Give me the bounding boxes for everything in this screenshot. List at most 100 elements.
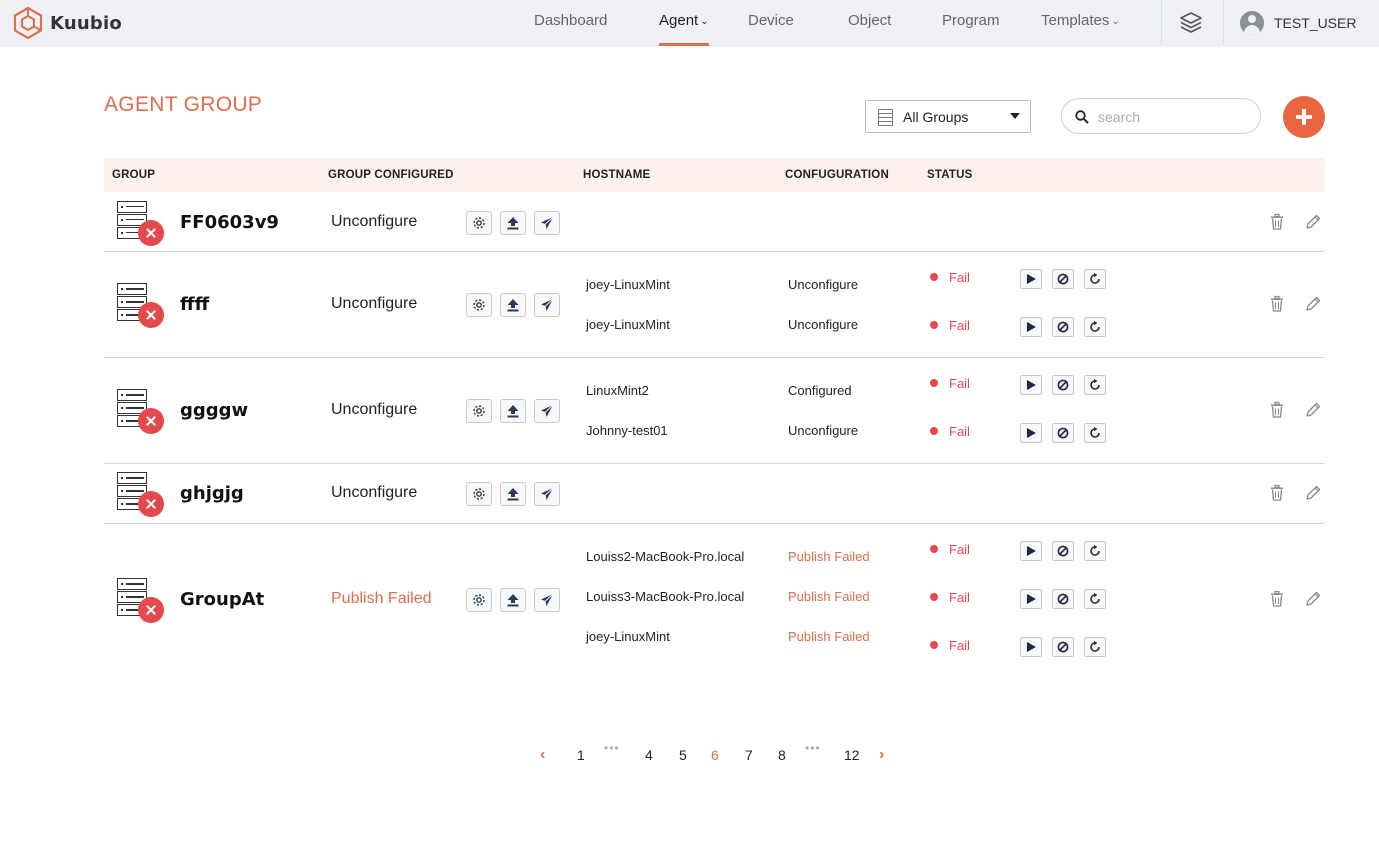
table-row: GroupAt Publish Failed Louiss2-MacBook-Pro…	[104, 524, 1325, 676]
ban-button[interactable]	[1052, 269, 1074, 289]
ban-button[interactable]	[1052, 637, 1074, 657]
pencil-icon[interactable]	[1304, 295, 1322, 313]
next-page-button[interactable]: ›	[879, 746, 884, 764]
error-badge-icon	[138, 219, 164, 246]
upload-button[interactable]	[500, 210, 526, 235]
host-status: Fail	[930, 270, 970, 285]
ban-button[interactable]	[1052, 423, 1074, 443]
ban-button[interactable]	[1052, 375, 1074, 395]
hostname: joey-LinuxMint	[586, 629, 670, 644]
refresh-button[interactable]	[1084, 423, 1106, 443]
ban-button[interactable]	[1052, 541, 1074, 561]
group-configured-status: Unconfigure	[331, 484, 418, 501]
trash-icon[interactable]	[1268, 590, 1286, 608]
pagination: ‹ 1 ••• 4 5 6 7 8 ••• 12 ›	[530, 741, 900, 769]
play-button[interactable]	[1020, 317, 1042, 337]
trash-icon[interactable]	[1268, 213, 1286, 231]
send-button[interactable]	[534, 588, 560, 612]
trash-icon[interactable]	[1268, 401, 1286, 419]
error-badge-icon	[138, 597, 164, 623]
refresh-button[interactable]	[1084, 375, 1106, 395]
pencil-icon[interactable]	[1304, 484, 1322, 502]
host-status: Fail	[930, 318, 970, 333]
play-button[interactable]	[1020, 541, 1042, 561]
hostname: LinuxMint2	[586, 383, 649, 398]
ban-button[interactable]	[1052, 317, 1074, 337]
gear-button[interactable]	[466, 210, 492, 235]
host-configuration: Configured	[788, 383, 852, 398]
gear-button[interactable]	[466, 482, 492, 506]
host-configuration: Unconfigure	[788, 423, 859, 438]
nav-templates[interactable]: Templates ⌄	[1041, 0, 1120, 46]
layers-icon[interactable]	[1177, 9, 1205, 37]
send-button[interactable]	[534, 399, 560, 423]
refresh-button[interactable]	[1084, 589, 1106, 609]
header-group: GROUP	[112, 169, 156, 181]
add-group-button[interactable]	[1283, 96, 1325, 138]
host-status: Fail	[930, 590, 970, 605]
trash-icon[interactable]	[1268, 484, 1286, 502]
group-filter-select[interactable]: All Groups	[865, 100, 1031, 133]
nav-divider	[1223, 0, 1224, 46]
page-link[interactable]: 1	[577, 747, 585, 763]
gear-button[interactable]	[466, 588, 492, 612]
hostname: joey-LinuxMint	[586, 317, 670, 332]
user-menu[interactable]: TEST_USER	[1240, 8, 1356, 38]
search-box[interactable]	[1061, 98, 1261, 134]
page-link[interactable]: 4	[645, 747, 653, 763]
nav-program[interactable]: Program	[942, 0, 1000, 46]
upload-button[interactable]	[500, 588, 526, 612]
nav-object[interactable]: Object	[848, 0, 891, 46]
gear-button[interactable]	[466, 293, 492, 317]
trash-icon[interactable]	[1268, 295, 1286, 313]
nav-templates-label: Templates	[1041, 12, 1110, 29]
pagination-ellipsis: •••	[604, 741, 620, 755]
error-badge-icon	[138, 491, 164, 517]
ban-button[interactable]	[1052, 589, 1074, 609]
upload-button[interactable]	[500, 399, 526, 423]
host-configuration: Publish Failed	[788, 629, 870, 644]
group-name: ghjgjg	[180, 483, 244, 504]
refresh-button[interactable]	[1084, 269, 1106, 289]
pencil-icon[interactable]	[1304, 213, 1322, 231]
play-button[interactable]	[1020, 375, 1042, 395]
upload-button[interactable]	[500, 482, 526, 506]
pencil-icon[interactable]	[1304, 401, 1322, 419]
prev-page-button[interactable]: ‹	[540, 746, 545, 764]
refresh-button[interactable]	[1084, 317, 1106, 337]
group-configured-status: Unconfigure	[331, 401, 418, 418]
nav-agent[interactable]: Agent ⌄	[659, 0, 709, 46]
page-link[interactable]: 5	[679, 747, 687, 763]
host-status: Fail	[930, 376, 970, 391]
play-button[interactable]	[1020, 269, 1042, 289]
pencil-icon[interactable]	[1304, 590, 1322, 608]
header-hostname: HOSTNAME	[583, 169, 651, 181]
send-button[interactable]	[534, 482, 560, 506]
upload-button[interactable]	[500, 293, 526, 317]
play-button[interactable]	[1020, 423, 1042, 443]
nav-device[interactable]: Device	[748, 0, 794, 46]
search-input[interactable]	[1098, 107, 1248, 127]
group-name: GroupAt	[180, 589, 265, 610]
page-link[interactable]: 12	[844, 747, 860, 763]
app-logo[interactable]: Kuubio	[12, 6, 122, 40]
page-link[interactable]: 7	[745, 747, 753, 763]
page-title: AGENT GROUP	[104, 93, 263, 116]
page-link[interactable]: 8	[778, 747, 786, 763]
play-button[interactable]	[1020, 637, 1042, 657]
page-link-current[interactable]: 6	[711, 747, 719, 763]
host-status: Fail	[930, 424, 970, 439]
play-button[interactable]	[1020, 589, 1042, 609]
host-status: Fail	[930, 542, 970, 557]
header-configuration: CONFUGURATION	[785, 169, 889, 181]
send-button[interactable]	[534, 210, 560, 235]
gear-button[interactable]	[466, 399, 492, 423]
refresh-button[interactable]	[1084, 637, 1106, 657]
kuubio-logo-icon	[13, 6, 43, 40]
table-row: ffff Unconfigure joey-LinuxMint Unconfigure…	[104, 252, 1325, 358]
refresh-button[interactable]	[1084, 541, 1106, 561]
send-button[interactable]	[534, 293, 560, 317]
nav-dashboard[interactable]: Dashboard	[534, 0, 607, 46]
search-icon	[1075, 110, 1089, 124]
group-configured-status: Publish Failed	[331, 590, 432, 607]
